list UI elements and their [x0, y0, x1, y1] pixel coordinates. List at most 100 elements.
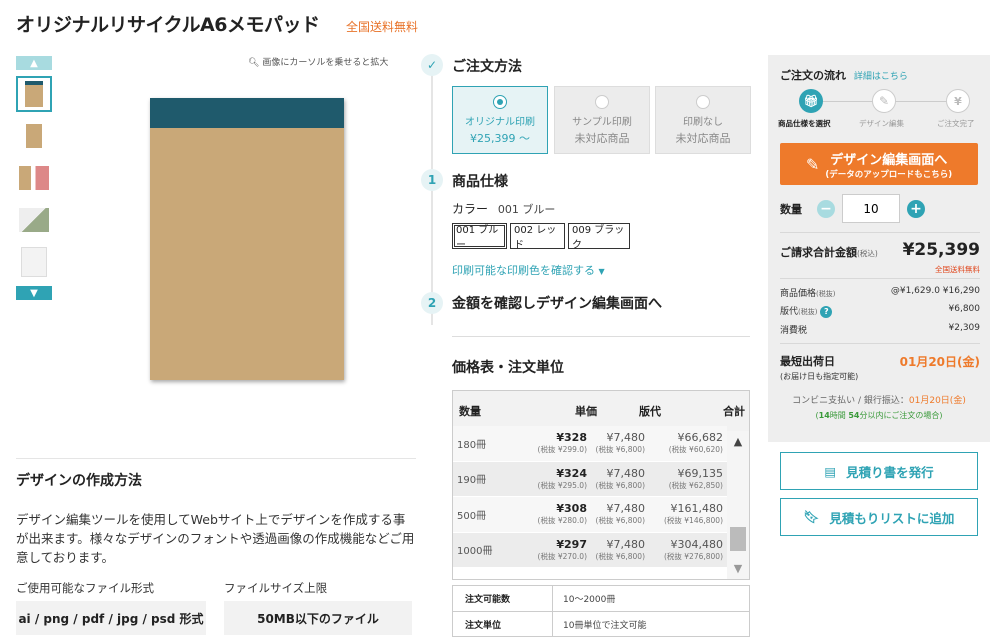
- info-key: 注文単位: [453, 612, 553, 636]
- row-unit: ¥328 (税抜 ¥299.0): [523, 431, 587, 455]
- unit-price-ex: (税抜 ¥299.0): [537, 445, 587, 455]
- payment-date: 01月20日(金): [908, 396, 966, 406]
- total-price: ¥304,480: [670, 537, 724, 551]
- scroll-up-icon[interactable]: ▲: [727, 435, 749, 448]
- product-title: オリジナルリサイクルA6メモパッド: [16, 14, 320, 36]
- design-description: デザイン編集ツールを使用してWebサイト上でデザインを作成する事が出来ます。様々…: [16, 512, 415, 565]
- total-price: ¥66,682: [677, 431, 724, 445]
- unit-price-ex: (税抜 ¥295.0): [537, 480, 587, 490]
- deadline-hours: 14: [818, 411, 830, 420]
- size-value: 50MB以下のファイル: [224, 601, 412, 635]
- quantity-decrease-button[interactable]: −: [817, 200, 835, 218]
- estimate-button[interactable]: ▤ 見積り書を発行: [780, 452, 978, 490]
- flow-step-3: ご注文完了: [937, 119, 975, 128]
- option-original-print[interactable]: オリジナル印刷 ¥25,399 ～: [452, 86, 548, 154]
- unit-price: ¥328: [556, 431, 587, 445]
- table-row: 500冊 ¥308 (税抜 ¥280.0) ¥7,480 (税抜 ¥6,800) ¥…: [453, 497, 727, 533]
- line-product-value: @¥1,629.0 ¥16,290: [890, 286, 980, 296]
- payment-text: コンビニ支払い / 銀行振込：: [792, 396, 909, 406]
- row-plate: ¥7,480 (税抜 ¥6,800): [587, 502, 645, 526]
- line-tax: 消費税: [780, 326, 808, 336]
- option-no-print[interactable]: 印刷なし 未対応商品: [655, 86, 751, 154]
- price-table-header: 数量 単価 版代 合計: [453, 391, 749, 431]
- chevron-down-icon: ▼: [30, 287, 38, 299]
- design-editor-button[interactable]: ✎ デザイン編集画面へ (データのアップロードもこちら): [780, 143, 978, 185]
- plate-price: ¥7,480: [606, 537, 646, 551]
- print-colors-link[interactable]: 印刷可能な印刷色を確認する ▼: [452, 262, 605, 278]
- add-to-list-button[interactable]: 🔖︎ 見積もりリストに追加: [780, 498, 978, 536]
- color-option-blue[interactable]: 001 ブルー: [452, 223, 507, 251]
- check-icon: ✓: [421, 54, 443, 76]
- plate-price-ex: (税抜 ¥6,800): [595, 551, 645, 561]
- row-unit: ¥308 (税抜 ¥280.0): [523, 502, 587, 526]
- col-total: 合計: [723, 405, 745, 418]
- row-plate: ¥7,480 (税抜 ¥6,800): [587, 538, 645, 562]
- thumbnail-4[interactable]: [16, 202, 52, 238]
- row-qty: 500冊: [457, 510, 487, 522]
- scroll-thumb[interactable]: [730, 527, 746, 551]
- color-option-red[interactable]: 002 レッド: [510, 223, 565, 251]
- flow-heading: ご注文の流れ 詳細はこちら: [780, 67, 908, 83]
- thumbnail-1[interactable]: [16, 76, 52, 112]
- flow-heading-text: ご注文の流れ: [780, 69, 846, 82]
- row-unit: ¥324 (税抜 ¥295.0): [523, 467, 587, 491]
- image-band: [150, 98, 344, 128]
- help-icon[interactable]: ?: [820, 306, 833, 318]
- table-scrollbar[interactable]: ▲ ▼: [727, 431, 749, 579]
- total-label-text: ご請求合計金額: [780, 246, 857, 259]
- flow-details-link[interactable]: 詳細はこちら: [854, 72, 908, 82]
- thumbnail-5[interactable]: [16, 244, 52, 280]
- divider: [780, 232, 980, 233]
- col-unit: 単価: [575, 405, 597, 418]
- thumb-image: [21, 247, 47, 277]
- unit-price-ex: (税抜 ¥280.0): [537, 516, 587, 526]
- info-row: 注文単位 10冊単位で注文可能: [453, 611, 749, 636]
- plate-price-ex: (税抜 ¥6,800): [595, 516, 645, 526]
- line-product: 商品価格(税抜): [780, 286, 835, 299]
- thumb-scroll-down-button[interactable]: ▼: [16, 286, 52, 300]
- radio-selected-icon: [493, 94, 507, 109]
- thumbnail-2[interactable]: [16, 118, 52, 154]
- info-key: 注文可能数: [453, 586, 553, 611]
- payment-info: コンビニ支払い / 銀行振込：01月20日(金): [768, 393, 990, 406]
- unit-price: ¥308: [556, 502, 587, 516]
- scroll-down-icon[interactable]: ▼: [727, 562, 749, 575]
- row-total: ¥161,480 (税抜 ¥146,800): [645, 502, 723, 526]
- design-editor-label: デザイン編集画面へ: [830, 152, 948, 168]
- row-qty: 1000冊: [457, 546, 493, 558]
- quantity-input[interactable]: [842, 194, 900, 223]
- deadline-hours-unit: 時間: [829, 411, 846, 420]
- product-main-image[interactable]: [150, 98, 344, 380]
- zoom-hint: 🔍︎ 画像にカーソルを乗せると拡大: [248, 55, 388, 68]
- table-row: 180冊 ¥328 (税抜 ¥299.0) ¥7,480 (税抜 ¥6,800) ¥…: [453, 426, 727, 462]
- print-colors-link-text: 印刷可能な印刷色を確認する: [452, 264, 595, 277]
- zoom-icon: 🔍︎: [248, 58, 260, 68]
- shipping-badge: 全国送料無料: [346, 20, 419, 34]
- line-note: (税抜): [798, 308, 818, 316]
- order-deadline: (14時間 54分以内にご注文の場合): [768, 410, 990, 421]
- line-tax-value: ¥2,309: [948, 323, 981, 333]
- total-price-ex: (税抜 ¥146,800): [663, 516, 723, 526]
- thumb-image: [25, 81, 43, 107]
- thumbnail-3[interactable]: [16, 160, 52, 196]
- plate-price: ¥7,480: [606, 502, 646, 516]
- option-sub: ¥25,399 ～: [470, 131, 530, 145]
- color-options: 001 ブルー 002 レッド 009 ブラック: [452, 223, 630, 251]
- thumb-image: [19, 208, 49, 232]
- quantity-increase-button[interactable]: +: [907, 200, 925, 218]
- wishlist-label: 見積もりリストに追加: [829, 510, 955, 526]
- line-note: (税抜): [816, 290, 836, 298]
- total-price: ¥69,135: [677, 466, 724, 480]
- unit-price: ¥324: [556, 466, 587, 480]
- option-sample-print[interactable]: サンプル印刷 未対応商品: [554, 86, 650, 154]
- info-row: 注文可能数 10～2000冊: [453, 586, 749, 611]
- design-editor-button-text: デザイン編集画面へ (データのアップロードもこちら): [825, 149, 952, 180]
- col-plate: 版代: [639, 405, 661, 418]
- row-unit: ¥297 (税抜 ¥270.0): [523, 538, 587, 562]
- thumbnail-strip: ▲ ▼: [16, 56, 54, 300]
- color-option-black[interactable]: 009 ブラック: [568, 223, 630, 251]
- pencil-icon: ✎: [872, 89, 896, 113]
- total-price: ¥161,480: [670, 502, 724, 516]
- row-total: ¥304,480 (税抜 ¥276,800): [645, 538, 723, 562]
- thumb-scroll-up-button[interactable]: ▲: [16, 56, 52, 70]
